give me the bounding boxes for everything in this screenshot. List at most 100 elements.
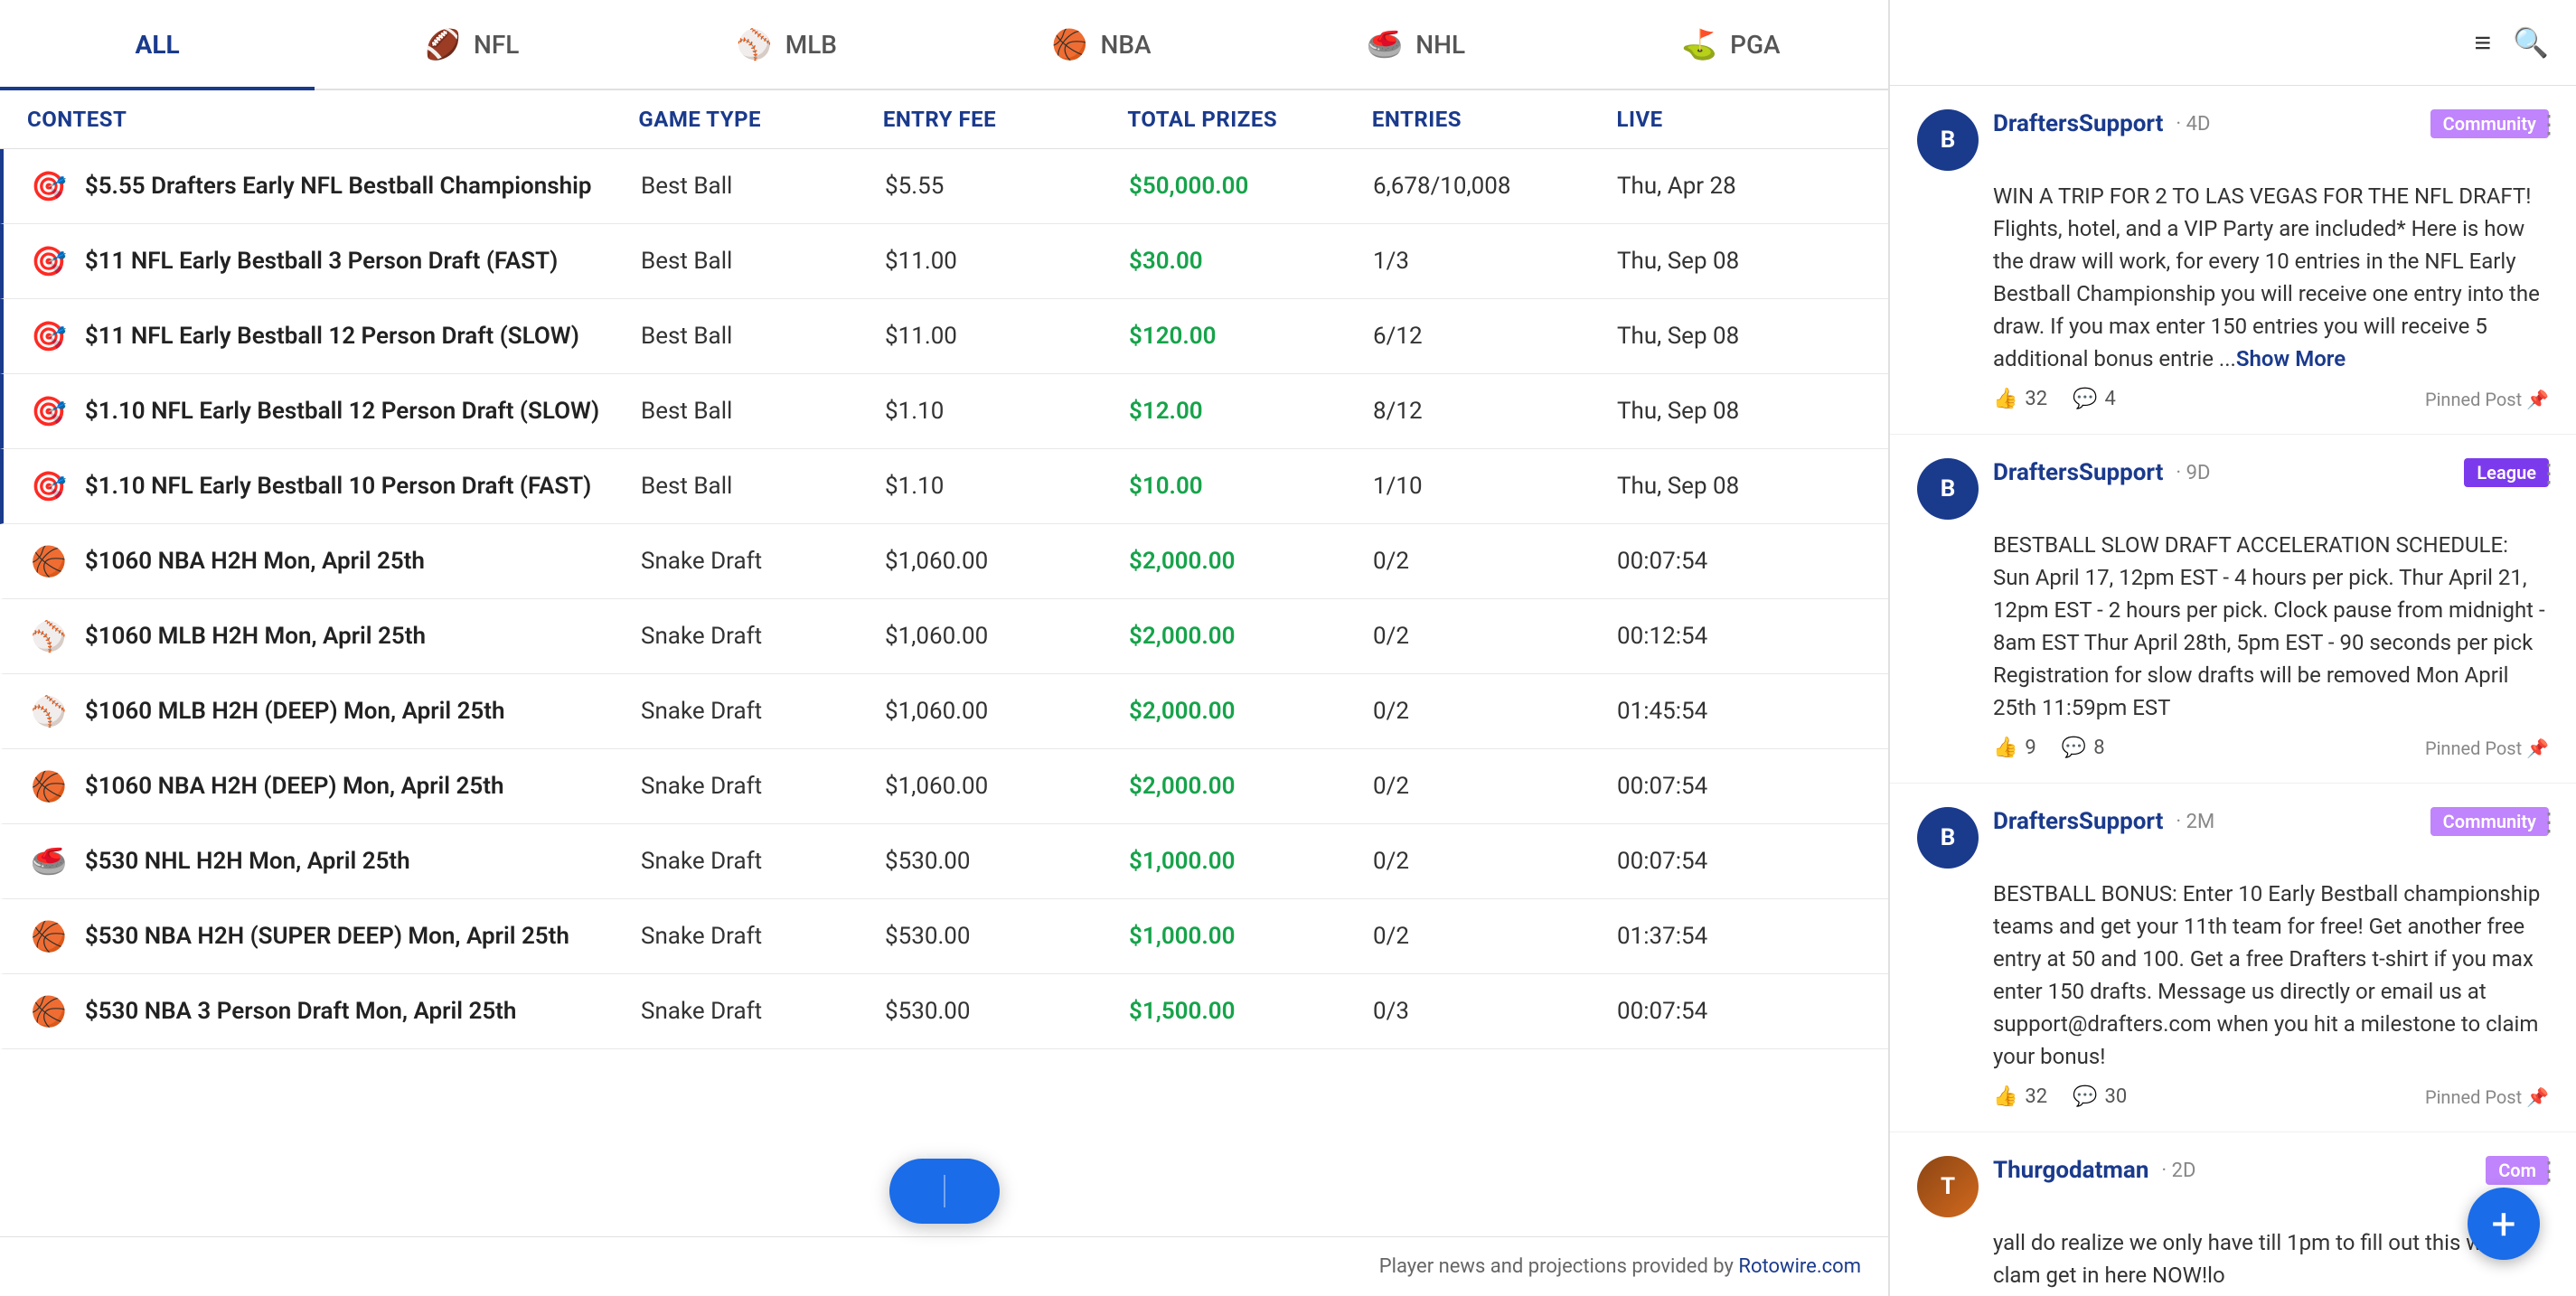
contest-sport-icon: 🏀: [31, 994, 67, 1028]
table-row[interactable]: 🎯$1.10 NFL Early Bestball 10 Person Draf…: [0, 449, 1888, 524]
total-prizes-cell: $30.00: [1129, 248, 1373, 275]
table-row[interactable]: 🎯$5.55 Drafters Early NFL Bestball Champ…: [0, 149, 1888, 224]
table-row[interactable]: 🏀$530 NBA H2H (SUPER DEEP) Mon, April 25…: [0, 899, 1888, 974]
contest-cell: 🎯 $1.10 NFL Early Bestball 12 Person Draf…: [31, 394, 641, 428]
live-cell: 01:37:54: [1617, 923, 1861, 950]
tab-nba-label: NBA: [1100, 30, 1151, 60]
game-type-cell: Best Ball: [641, 473, 885, 500]
likes-reaction[interactable]: 👍32: [1993, 388, 2047, 410]
contest-sport-icon: ⚾: [31, 619, 67, 653]
rotowire-link[interactable]: Rotowire.com: [1738, 1255, 1861, 1278]
contest-sport-icon: 🏀: [31, 544, 67, 578]
entry-fee-cell: $1.10: [885, 398, 1129, 425]
tab-nba[interactable]: 🏀 NBA: [945, 2, 1259, 90]
table-body: 🎯$5.55 Drafters Early NFL Bestball Champ…: [0, 149, 1888, 1236]
entries-cell: 0/2: [1373, 848, 1617, 875]
entries-cell: 8/12: [1373, 398, 1617, 425]
search-icon[interactable]: 🔍: [2513, 25, 2549, 60]
comment-count: 30: [2105, 1085, 2128, 1108]
tab-nfl[interactable]: 🏈NFL: [315, 2, 629, 90]
live-cell: Thu, Sep 08: [1617, 323, 1861, 350]
like-icon: 👍: [1993, 388, 2017, 410]
table-row[interactable]: 🏀$1060 NBA H2H Mon, April 25thSnake Draf…: [0, 524, 1888, 599]
contest-name: $530 NHL H2H Mon, April 25th: [85, 848, 410, 875]
tab-mlb[interactable]: ⚾MLB: [629, 2, 944, 90]
post-meta: DraftersSupport· 4DCommunity: [1993, 109, 2549, 138]
total-prizes-cell: $1,000.00: [1129, 848, 1373, 875]
comments-reaction[interactable]: 💬8: [2062, 737, 2105, 759]
live-cell: 00:12:54: [1617, 623, 1861, 650]
table-row[interactable]: 🎯 $1.10 NFL Early Bestball 12 Person Draf…: [0, 374, 1888, 449]
entries-cell: 0/2: [1373, 923, 1617, 950]
table-row[interactable]: 🏀$530 NBA 3 Person Draft Mon, April 25th…: [0, 974, 1888, 1049]
contest-name: $11 NFL Early Bestball 3 Person Draft (F…: [85, 248, 558, 275]
contest-sport-icon: 🎯: [31, 394, 67, 428]
game-type-cell: Snake Draft: [641, 923, 885, 950]
comments-reaction[interactable]: 💬4: [2073, 388, 2116, 410]
post-author[interactable]: Thurgodatman: [1993, 1157, 2148, 1184]
show-more-link[interactable]: Show More: [2236, 346, 2346, 371]
contest-cell: 🎯 $11 NFL Early Bestball 3 Person Draft (…: [31, 244, 641, 278]
live-cell: Thu, Sep 08: [1617, 473, 1861, 500]
contest-sport-icon: 🏀: [31, 769, 67, 803]
comments-reaction[interactable]: 💬30: [2073, 1085, 2127, 1108]
post-more-icon[interactable]: ⋮: [2536, 109, 2562, 139]
comment-icon: 💬: [2073, 388, 2097, 410]
menu-icon[interactable]: ≡: [2474, 25, 2491, 60]
post-meta: DraftersSupport· 2MCommunity: [1993, 807, 2549, 836]
entry-fee-cell: $1.10: [885, 473, 1129, 500]
game-type-cell: Snake Draft: [641, 998, 885, 1025]
entry-fee-cell: $1,060.00: [885, 548, 1129, 575]
table-row[interactable]: ⚾$1060 MLB H2H (DEEP) Mon, April 25thSna…: [0, 674, 1888, 749]
contest-sport-icon: 🎯: [31, 169, 67, 203]
post-body: WIN A TRIP FOR 2 TO LAS VEGAS FOR THE NF…: [1993, 180, 2549, 375]
compose-button[interactable]: +: [2468, 1188, 2540, 1260]
likes-reaction[interactable]: 👍32: [1993, 1085, 2047, 1108]
live-cell: 00:07:54: [1617, 848, 1861, 875]
total-prizes-cell: $1,000.00: [1129, 923, 1373, 950]
contest-sport-icon: 🎯: [31, 244, 67, 278]
post-author[interactable]: DraftersSupport: [1993, 808, 2163, 835]
game-type-cell: Snake Draft: [641, 623, 885, 650]
fantasy-feed-panel: ≡ 🔍 BDraftersSupport· 4DCommunity⋮WIN A …: [1889, 0, 2576, 1296]
likes-reaction[interactable]: 👍9: [1993, 737, 2036, 759]
contest-cell: 🏀$530 NBA 3 Person Draft Mon, April 25th: [31, 994, 641, 1028]
nba-icon: 🏀: [1052, 27, 1088, 61]
post-more-icon[interactable]: ⋮: [2536, 1156, 2562, 1186]
table-row[interactable]: ⚾ $1060 MLB H2H Mon, April 25th Snake Draf…: [0, 599, 1888, 674]
entries-cell: 0/3: [1373, 998, 1617, 1025]
contest-cell: ⚾ $1060 MLB H2H Mon, April 25th: [31, 619, 641, 653]
game-type-cell: Snake Draft: [641, 548, 885, 575]
contest-cell: 🎯$1.10 NFL Early Bestball 10 Person Draf…: [31, 469, 641, 503]
contest-cell: 🏀$1060 NBA H2H (DEEP) Mon, April 25th: [31, 769, 641, 803]
table-row[interactable]: 🏀$1060 NBA H2H (DEEP) Mon, April 25thSna…: [0, 749, 1888, 824]
table-row[interactable]: 🎯$11 NFL Early Bestball 12 Person Draft …: [0, 299, 1888, 374]
live-cell: Thu, Apr 28: [1617, 173, 1861, 200]
post-top: B DraftersSupport· 2MCommunity: [1917, 807, 2549, 869]
feed-post-post1: BDraftersSupport· 4DCommunity⋮WIN A TRIP…: [1890, 86, 2576, 435]
avatar: B: [1917, 807, 1979, 869]
post-more-icon[interactable]: ⋮: [2536, 807, 2562, 837]
post-author[interactable]: DraftersSupport: [1993, 110, 2163, 137]
left-panel: ALL🏈NFL⚾MLB🏀NBA🥌NHL⛳PGA ContestGame Type…: [0, 0, 1889, 1296]
contest-name: $1.10 NFL Early Bestball 12 Person Draft…: [85, 398, 599, 425]
tab-nhl[interactable]: 🥌NHL: [1259, 2, 1574, 90]
post-author[interactable]: DraftersSupport: [1993, 459, 2163, 486]
tab-pga[interactable]: ⛳PGA: [1574, 2, 1888, 90]
sport-tabs: ALL🏈NFL⚾MLB 🏀 NBA 🥌NHL⛳PGA: [0, 0, 1888, 90]
header-game-type: Game Type: [638, 107, 883, 132]
tab-all[interactable]: ALL: [0, 2, 315, 90]
table-row[interactable]: 🎯 $11 NFL Early Bestball 3 Person Draft (…: [0, 224, 1888, 299]
game-type-cell: Snake Draft: [641, 773, 885, 800]
pinned-label: Pinned Post 📌: [2425, 389, 2549, 410]
table-row[interactable]: 🥌$530 NHL H2H Mon, April 25thSnake Draft…: [0, 824, 1888, 899]
contest-name: $1060 MLB H2H (DEEP) Mon, April 25th: [85, 698, 505, 725]
pga-icon: ⛳: [1681, 27, 1717, 61]
entry-fee-cell: $530.00: [885, 998, 1129, 1025]
post-author-row: DraftersSupport· 4DCommunity: [1993, 109, 2549, 138]
post-meta: DraftersSupport· 9DLeague: [1993, 458, 2549, 487]
entries-cell: 0/2: [1373, 548, 1617, 575]
post-more-icon[interactable]: ⋮: [2536, 458, 2562, 488]
contest-name: $1060 MLB H2H Mon, April 25th: [85, 623, 426, 650]
feed-header: ≡ 🔍: [1890, 0, 2576, 86]
